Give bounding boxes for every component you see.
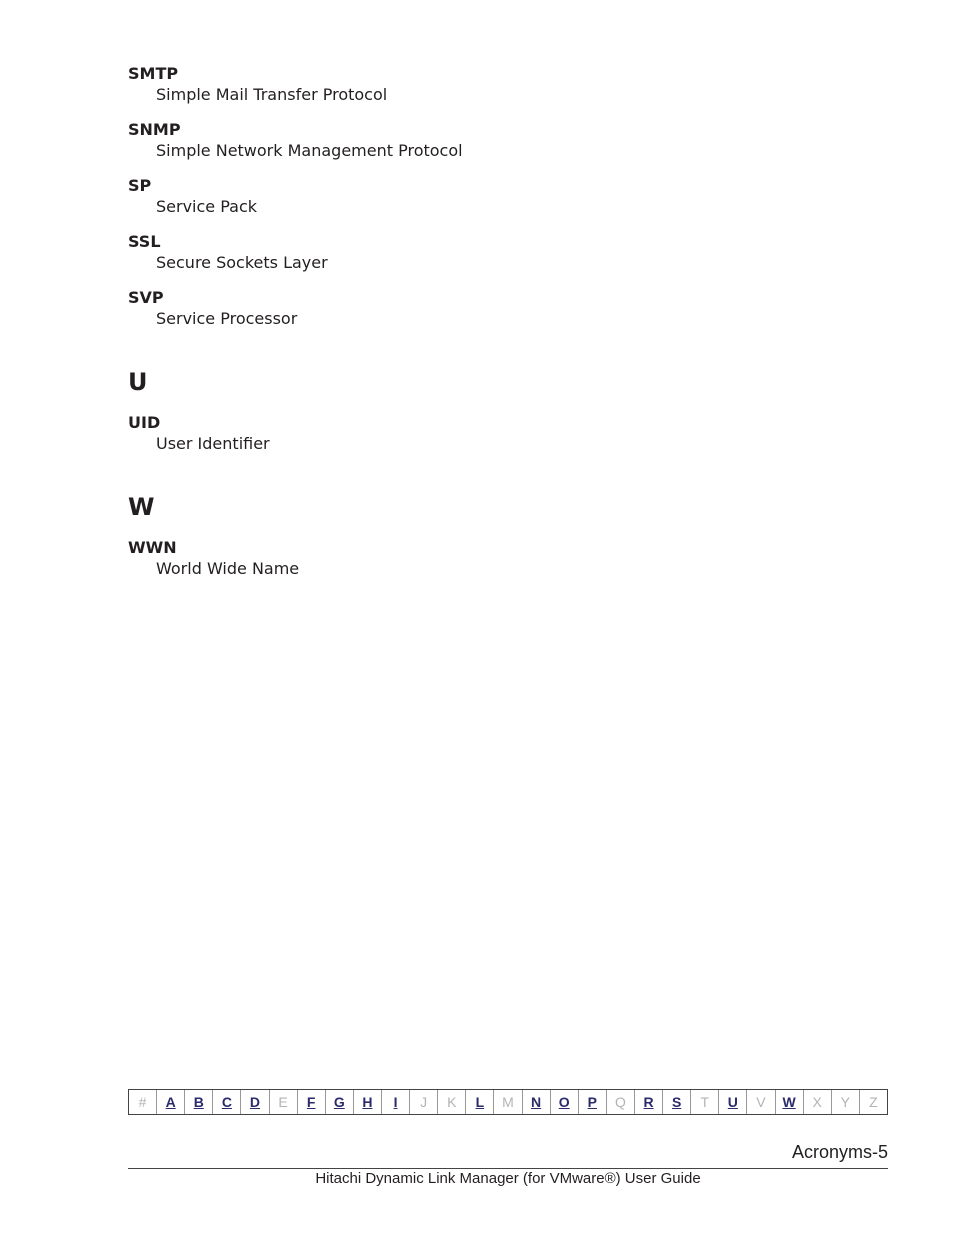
alpha-nav-link-f[interactable]: F: [296, 1090, 325, 1114]
acronym-term: SP: [128, 176, 152, 195]
acronym-entry: SMTP Simple Mail Transfer Protocol: [128, 64, 888, 105]
alpha-nav-link-z: Z: [858, 1090, 887, 1114]
acronym-definition: User Identifier: [156, 434, 270, 453]
alpha-nav-link-s[interactable]: S: [662, 1090, 690, 1114]
alphabet-navigation-bar: # A B C D E F G H I J K L M N O P Q R S T U V W X Y Z: [128, 1089, 888, 1115]
alpha-nav-link-i[interactable]: I: [380, 1090, 409, 1114]
alpha-nav-link-h[interactable]: H: [352, 1090, 381, 1114]
section-w: W WWN World Wide Name: [128, 492, 888, 579]
alpha-nav-link-q: Q: [605, 1090, 634, 1114]
acronym-entry: SP Service Pack: [128, 176, 888, 217]
alpha-nav-link-a[interactable]: A: [156, 1090, 184, 1114]
alpha-nav-link-hash: #: [138, 1094, 147, 1110]
section-u: U UID User Identifier: [128, 367, 888, 454]
alpha-nav-link-c[interactable]: C: [212, 1090, 240, 1114]
acronym-entry: UID User Identifier: [128, 413, 888, 454]
acronym-definition: Secure Sockets Layer: [156, 253, 328, 272]
acronym-term: WWN: [128, 538, 177, 557]
alpha-nav-link-n[interactable]: N: [521, 1090, 550, 1114]
alpha-nav-link-d[interactable]: D: [240, 1090, 268, 1114]
section-heading: U: [128, 368, 148, 396]
footer-divider: [128, 1168, 888, 1169]
document-title: Hitachi Dynamic Link Manager (for VMware…: [315, 1170, 701, 1187]
acronym-entry: SVP Service Processor: [128, 288, 888, 329]
alpha-nav-link-x: X: [802, 1090, 831, 1114]
alpha-nav-link-g[interactable]: G: [324, 1090, 353, 1114]
alpha-nav-link-y: Y: [830, 1090, 859, 1114]
alpha-nav-link-m: M: [493, 1090, 521, 1114]
acronym-term: SSL: [128, 232, 161, 251]
alpha-nav-link-r[interactable]: R: [633, 1090, 662, 1114]
alpha-nav-link-p[interactable]: P: [577, 1090, 606, 1114]
alpha-nav-link-b[interactable]: B: [184, 1090, 212, 1114]
alpha-nav-link-v: V: [746, 1090, 774, 1114]
acronym-term: SNMP: [128, 120, 181, 139]
acronym-definition: Simple Mail Transfer Protocol: [156, 85, 388, 104]
alpha-nav-link-l[interactable]: L: [465, 1090, 493, 1114]
acronym-entry: SNMP Simple Network Management Protocol: [128, 120, 888, 161]
alpha-nav-link-k: K: [437, 1090, 465, 1114]
alpha-nav-link-e: E: [268, 1090, 297, 1114]
acronym-definition: Simple Network Management Protocol: [156, 141, 463, 160]
acronym-term: SMTP: [128, 64, 179, 83]
page-number: Acronyms-5: [791, 1142, 888, 1162]
acronym-list: SMTP Simple Mail Transfer Protocol SNMP …: [128, 64, 888, 594]
acronym-term: UID: [128, 413, 161, 432]
section-s: SMTP Simple Mail Transfer Protocol SNMP …: [128, 64, 888, 329]
acronym-definition: Service Processor: [156, 309, 298, 328]
acronym-definition: World Wide Name: [156, 559, 300, 578]
acronym-definition: Service Pack: [156, 197, 258, 216]
alpha-nav-link-j: J: [409, 1090, 437, 1114]
alpha-nav-link-o[interactable]: O: [549, 1090, 578, 1114]
alpha-nav-link-w[interactable]: W: [774, 1090, 803, 1114]
alpha-nav-link-t: T: [690, 1090, 718, 1114]
acronym-term: SVP: [128, 288, 164, 307]
acronym-entry: WWN World Wide Name: [128, 538, 888, 579]
section-heading: W: [128, 493, 155, 521]
acronym-entry: SSL Secure Sockets Layer: [128, 232, 888, 273]
alpha-nav-link-u[interactable]: U: [718, 1090, 746, 1114]
